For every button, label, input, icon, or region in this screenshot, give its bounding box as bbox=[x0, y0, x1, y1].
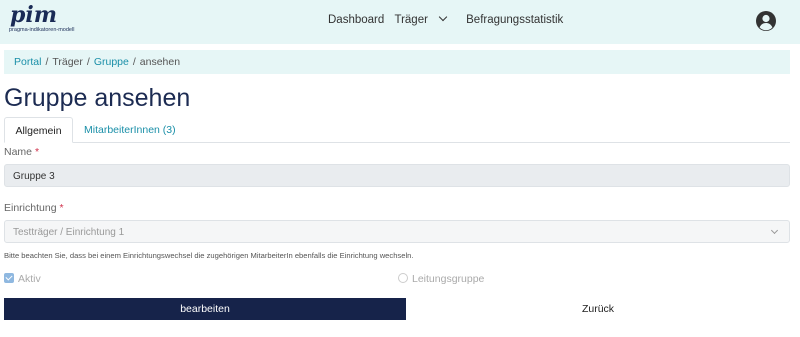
aktiv-checkbox-row[interactable]: Aktiv bbox=[4, 273, 41, 285]
leitungsgruppe-label: Leitungsgruppe bbox=[412, 273, 485, 285]
back-button[interactable]: Zurück bbox=[406, 298, 790, 320]
breadcrumb-separator: / bbox=[132, 56, 136, 68]
nav-dashboard[interactable]: Dashboard bbox=[328, 14, 384, 26]
einrichtung-hint: Bitte beachten Sie, dass bei einem Einri… bbox=[4, 251, 414, 260]
breadcrumb-traeger: Träger bbox=[52, 56, 83, 68]
required-marker: * bbox=[34, 146, 40, 158]
tab-bar: Allgemein MitarbeiterInnen (3) bbox=[4, 117, 790, 143]
nav-traeger-dropdown[interactable]: Träger bbox=[394, 12, 455, 26]
top-navbar: pim pragma-indikatoren-modell Dashboard … bbox=[0, 0, 800, 44]
nav-befragungsstatistik[interactable]: Befragungsstatistik bbox=[466, 14, 563, 26]
einrichtung-label-text: Einrichtung bbox=[4, 202, 57, 214]
tab-allgemein[interactable]: Allgemein bbox=[4, 117, 73, 143]
page-title: Gruppe ansehen bbox=[4, 84, 191, 112]
tab-mitarbeiterinnen[interactable]: MitarbeiterInnen (3) bbox=[84, 117, 176, 143]
name-label: Name * bbox=[4, 146, 39, 158]
chevron-down-icon bbox=[438, 12, 448, 22]
leitungsgruppe-checkbox[interactable] bbox=[398, 273, 408, 284]
name-field[interactable]: Gruppe 3 bbox=[4, 164, 790, 187]
leitungsgruppe-checkbox-row[interactable]: Leitungsgruppe bbox=[398, 273, 484, 285]
breadcrumb: Portal / Träger / Gruppe / ansehen bbox=[4, 50, 790, 74]
edit-button[interactable]: bearbeiten bbox=[4, 298, 406, 320]
aktiv-checkbox[interactable] bbox=[4, 273, 14, 284]
main-nav: Dashboard Träger Befragungsstatistik bbox=[328, 12, 570, 26]
einrichtung-select[interactable]: Testträger / Einrichtung 1 bbox=[4, 220, 790, 243]
name-label-text: Name bbox=[4, 146, 33, 158]
chevron-down-icon bbox=[770, 226, 779, 235]
einrichtung-select-value: Testträger / Einrichtung 1 bbox=[13, 227, 125, 238]
required-marker: * bbox=[59, 202, 64, 214]
logo-wordmark: pim bbox=[10, 2, 58, 28]
pim-logo[interactable]: pim pragma-indikatoren-modell bbox=[6, 2, 126, 40]
logo-subtitle: pragma-indikatoren-modell bbox=[9, 27, 75, 33]
aktiv-label: Aktiv bbox=[18, 273, 41, 285]
nav-traeger-label: Träger bbox=[394, 14, 428, 26]
user-circle-icon[interactable] bbox=[755, 10, 777, 32]
breadcrumb-separator: / bbox=[86, 56, 90, 68]
einrichtung-label: Einrichtung * bbox=[4, 202, 64, 214]
breadcrumb-portal[interactable]: Portal bbox=[14, 56, 41, 68]
breadcrumb-ansehen: ansehen bbox=[139, 56, 181, 68]
breadcrumb-gruppe[interactable]: Gruppe bbox=[94, 56, 129, 68]
breadcrumb-separator: / bbox=[45, 56, 49, 68]
